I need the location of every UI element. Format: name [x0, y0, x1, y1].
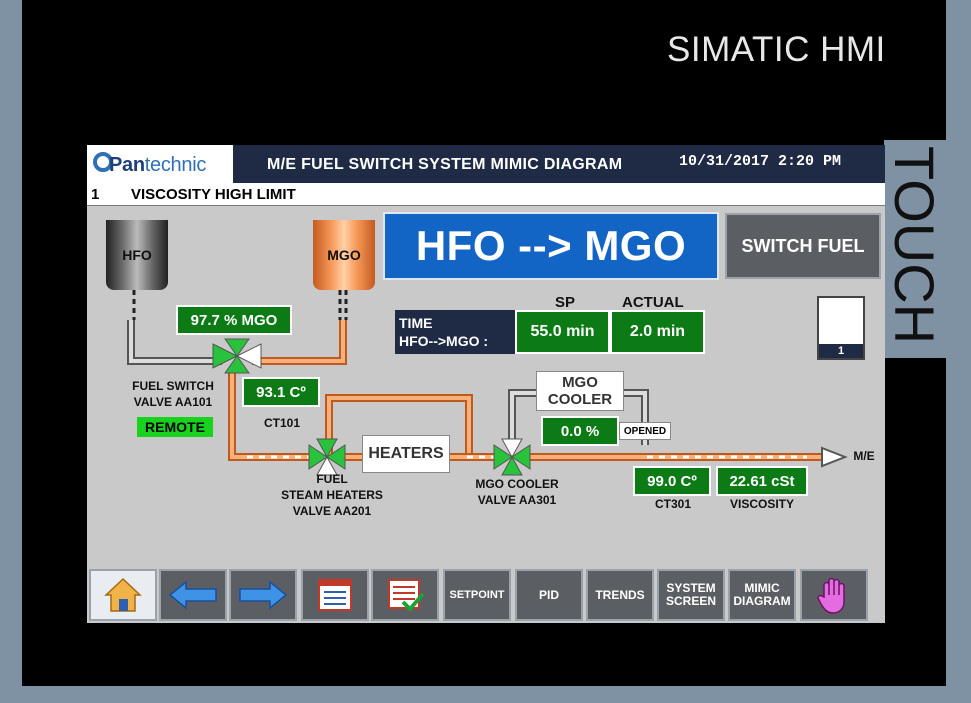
arrow-left-icon — [168, 580, 217, 610]
actual-header: ACTUAL — [622, 294, 684, 311]
warning-count: 1 — [819, 344, 863, 358]
switch-fuel-button[interactable]: SWITCH FUEL — [725, 213, 881, 279]
fuel-switch-valve-icon — [212, 338, 262, 374]
timer-label: TIME HFO-->MGO : — [395, 310, 515, 354]
fuel-mix-readout: 97.7 % MGO — [176, 305, 292, 335]
setpoint-button[interactable]: SETPOINT — [443, 569, 511, 621]
home-icon — [104, 577, 142, 612]
mgo-cooler-valve-icon — [493, 438, 531, 476]
mgo-cooler-label: MGO COOLER — [536, 371, 624, 411]
timer-actual: 2.0 min — [610, 310, 705, 354]
viscosity-readout: 22.61 cSt — [716, 466, 808, 496]
sp-header: SP — [555, 294, 576, 311]
mgo-tank: MGO — [313, 220, 375, 290]
steam-heater-valve-icon — [308, 438, 346, 476]
home-button[interactable] — [89, 569, 157, 621]
mimic-diagram-button[interactable]: MIMIC DIAGRAM — [728, 569, 796, 621]
ct301-readout: 99.0 Cº — [633, 466, 711, 496]
remote-indicator: REMOTE — [137, 417, 213, 437]
steam-heaters-valve-label: FUEL STEAM HEATERS VALVE AA201 — [281, 472, 383, 518]
outlet-arrow-icon — [821, 446, 848, 468]
fuel-direction-banner: HFO --> MGO — [383, 212, 719, 280]
hmi-screen: Pantechnic M/E FUEL SWITCH SYSTEM MIMIC … — [87, 145, 885, 623]
hfo-tank: HFO — [106, 220, 168, 290]
touch-tab: TOUCH — [883, 140, 946, 358]
alarm-ack-button[interactable] — [371, 569, 439, 621]
alarm-warning-button[interactable]: 1 — [817, 296, 865, 360]
alarm-list-button[interactable] — [301, 569, 369, 621]
ct101-label: CT101 — [263, 416, 301, 430]
alarm-ack-icon — [388, 579, 425, 612]
mgo-cooler-valve-label: MGO COOLER VALVE AA301 — [475, 477, 559, 507]
pid-button[interactable]: PID — [515, 569, 583, 621]
hand-icon — [817, 577, 845, 614]
mgo-cooler-percent: 0.0 % — [541, 416, 619, 446]
stop-button[interactable] — [800, 569, 868, 621]
bottom-toolbar: SETPOINT PID TRENDS SYSTEM SCREEN MIMIC … — [87, 567, 885, 623]
forward-button[interactable] — [229, 569, 297, 621]
trends-button[interactable]: TRENDS — [586, 569, 654, 621]
timer-setpoint[interactable]: 55.0 min — [515, 310, 610, 354]
viscosity-label: VISCOSITY — [729, 497, 794, 511]
brand-label: SIMATIC HMI — [667, 30, 886, 69]
touch-label: TOUCH — [883, 146, 946, 345]
back-button[interactable] — [159, 569, 227, 621]
heaters-block: HEATERS — [362, 435, 450, 473]
ct101-readout: 93.1 Cº — [242, 377, 320, 407]
fuel-switch-valve-label: FUEL SWITCH VALVE AA101 — [132, 379, 214, 409]
system-screen-button[interactable]: SYSTEM SCREEN — [657, 569, 725, 621]
alarm-list-icon — [318, 579, 352, 611]
arrow-right-icon — [239, 580, 288, 610]
cooler-valve-state: OPENED — [619, 422, 671, 440]
ct301-label: CT301 — [654, 497, 692, 511]
outlet-label: M/E — [853, 449, 875, 463]
